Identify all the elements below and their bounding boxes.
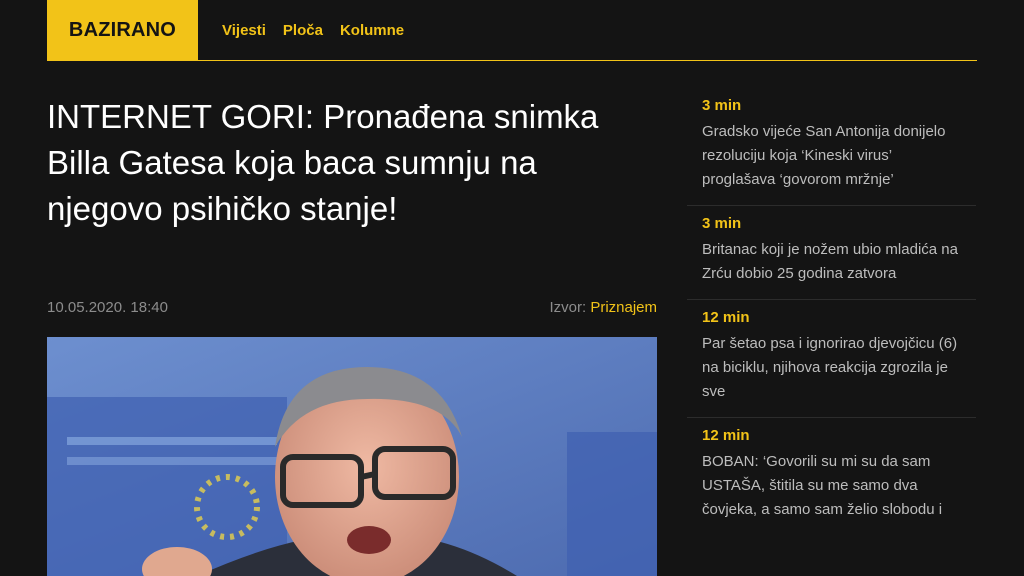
article-title: INTERNET GORI: Pronađena snimka Billa Ga… (47, 98, 599, 227)
news-time: 12 min (702, 427, 750, 444)
news-time: 12 min (702, 309, 750, 326)
news-headline[interactable]: Britanac koji je nožem ubio mladića na Z… (702, 238, 962, 286)
news-time: 3 min (702, 97, 742, 114)
site-header: BAZIRANO Vijesti Ploča Kolumne (47, 0, 977, 61)
article: INTERNET GORI: Pronađena snimka Billa Ga… (47, 94, 657, 316)
nav-kolumne[interactable]: Kolumne (340, 22, 404, 39)
main-nav: Vijesti Ploča Kolumne (222, 0, 421, 60)
source-link[interactable]: Priznajem (590, 299, 657, 316)
article-hero-image (47, 337, 657, 576)
site-logo[interactable]: BAZIRANO (47, 0, 198, 60)
sidebar-news-item[interactable]: 12 min Par šetao psa i ignorirao djevojč… (687, 300, 976, 418)
article-date: 10.05.2020. 18:40 (47, 299, 168, 316)
nav-ploca[interactable]: Ploča (283, 22, 323, 39)
news-headline[interactable]: Gradsko vijeće San Antonija donijelo rez… (702, 120, 962, 192)
sidebar-news-item[interactable]: 12 min BOBAN: ‘Govorili su mi su da sam … (687, 418, 976, 535)
sidebar-news-item[interactable]: 3 min Gradsko vijeće San Antonija donije… (687, 88, 976, 206)
article-source: Izvor: Priznajem (549, 299, 657, 316)
hero-photo-illustration (47, 337, 657, 576)
news-time: 3 min (702, 215, 742, 232)
latest-news-sidebar: 3 min Gradsko vijeće San Antonija donije… (687, 88, 976, 535)
sidebar-news-item[interactable]: 3 min Britanac koji je nožem ubio mladić… (687, 206, 976, 300)
nav-vijesti[interactable]: Vijesti (222, 22, 266, 39)
article-meta: 10.05.2020. 18:40 Izvor: Priznajem (47, 299, 657, 319)
news-headline[interactable]: Par šetao psa i ignorirao djevojčicu (6)… (702, 332, 962, 404)
source-label: Izvor: (549, 299, 587, 316)
news-headline[interactable]: BOBAN: ‘Govorili su mi su da sam USTAŠA,… (702, 450, 962, 522)
